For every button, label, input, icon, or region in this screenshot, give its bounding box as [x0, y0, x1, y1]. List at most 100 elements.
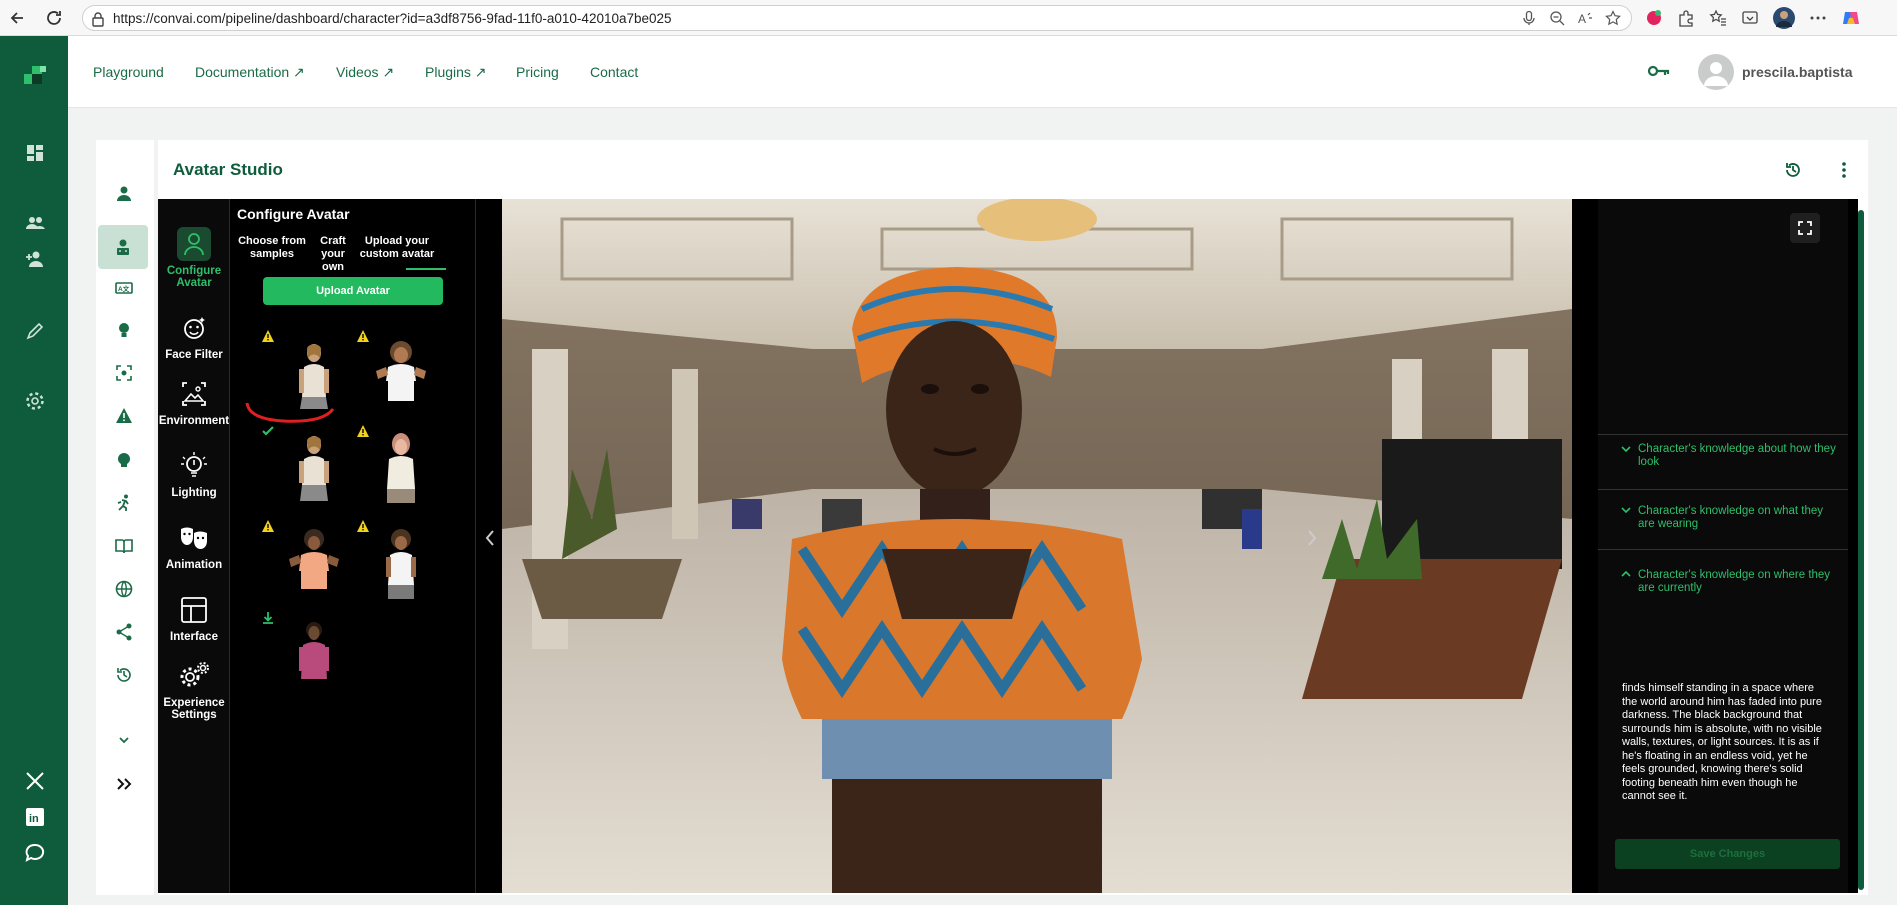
- scan-face-icon[interactable]: [114, 363, 134, 383]
- person-icon: [177, 227, 211, 261]
- favorite-star-icon[interactable]: [1605, 10, 1621, 26]
- masks-icon: [177, 521, 211, 555]
- add-person-icon[interactable]: [24, 248, 46, 270]
- extensions-puzzle-icon[interactable]: [1677, 9, 1695, 27]
- scrollbar[interactable]: [1858, 210, 1864, 890]
- warning-icon: [261, 519, 275, 533]
- page-title: Avatar Studio: [173, 160, 283, 179]
- selection-underline-annotation: [243, 399, 343, 429]
- tool-interface[interactable]: Interface: [158, 593, 230, 643]
- avatar-sample-6[interactable]: [366, 527, 436, 601]
- svg-text:A: A: [1578, 12, 1586, 26]
- address-bar[interactable]: https://convai.com/pipeline/dashboard/ch…: [82, 5, 1632, 31]
- reload-icon[interactable]: [44, 8, 64, 28]
- avatar-studio-active-item[interactable]: [98, 225, 148, 269]
- chat-bubble-icon[interactable]: [24, 842, 46, 864]
- more-options-icon[interactable]: [1809, 9, 1827, 27]
- download-icon[interactable]: [261, 611, 275, 625]
- bulb-icon: [177, 449, 211, 483]
- active-tab-indicator: [406, 268, 446, 270]
- knowledge-appearance-item[interactable]: Character's knowledge about how they loo…: [1598, 434, 1848, 489]
- tool-environment[interactable]: Environment: [158, 377, 230, 427]
- knowledge-clothing-item[interactable]: Character's knowledge on what they are w…: [1598, 489, 1848, 549]
- nav-playground[interactable]: Playground: [93, 64, 164, 80]
- chevron-down-icon[interactable]: [114, 730, 134, 750]
- check-icon: [261, 424, 275, 438]
- history-icon[interactable]: [114, 665, 134, 685]
- avatar-sample-2[interactable]: [366, 339, 436, 413]
- tool-column: Configure Avatar Face Filter Environment…: [158, 199, 230, 893]
- character-sidebar: A文: [96, 140, 154, 895]
- save-changes-button[interactable]: Save Changes: [1615, 839, 1840, 869]
- tool-configure-avatar[interactable]: Configure Avatar: [158, 227, 230, 289]
- knowledge-location-item[interactable]: Character's knowledge on where they are …: [1598, 549, 1848, 649]
- more-vertical-icon[interactable]: [1834, 160, 1854, 180]
- extension-red-icon[interactable]: [1645, 9, 1663, 27]
- top-navigation: Playground Documentation ↗ Videos ↗ Plug…: [68, 36, 1897, 108]
- chevron-left-icon[interactable]: [484, 529, 496, 547]
- copilot-icon[interactable]: [1841, 8, 1861, 28]
- nav-plugins[interactable]: Plugins ↗: [425, 64, 487, 81]
- nav-pricing[interactable]: Pricing: [516, 64, 559, 80]
- globe-icon[interactable]: [114, 579, 134, 599]
- tool-experience-settings[interactable]: Experience Settings: [158, 659, 230, 721]
- running-person-icon[interactable]: [114, 493, 134, 513]
- nav-documentation[interactable]: Documentation ↗: [195, 64, 305, 81]
- face-filter-icon: [177, 311, 211, 345]
- collections-icon[interactable]: [1741, 9, 1759, 27]
- warning-icon: [261, 329, 275, 343]
- fullscreen-icon[interactable]: [1790, 213, 1820, 243]
- configure-avatar-panel: Configure Avatar Choose from samples Cra…: [231, 199, 476, 893]
- edit-pencil-icon[interactable]: [24, 320, 46, 342]
- x-twitter-icon[interactable]: [24, 770, 46, 792]
- tab-choose-samples[interactable]: Choose from samples: [237, 235, 307, 261]
- language-icon[interactable]: A文: [114, 278, 134, 298]
- environment-icon: [177, 377, 211, 411]
- upload-avatar-button[interactable]: Upload Avatar: [263, 277, 443, 305]
- convai-logo-icon[interactable]: [20, 62, 50, 92]
- avatar-preview-viewport[interactable]: [502, 199, 1572, 893]
- read-aloud-icon[interactable]: A: [1577, 10, 1593, 26]
- group-icon[interactable]: [24, 212, 46, 234]
- tool-face-filter[interactable]: Face Filter: [158, 311, 230, 361]
- avatar-sample-4[interactable]: [366, 431, 436, 505]
- tab-craft-own[interactable]: Craft your own: [311, 235, 355, 274]
- svg-text:in: in: [29, 813, 39, 825]
- chevron-down-icon: [1620, 445, 1632, 453]
- gears-icon: [177, 659, 211, 693]
- tab-upload-custom[interactable]: Upload your custom avatar: [357, 235, 437, 261]
- linkedin-icon[interactable]: in: [24, 806, 46, 828]
- configure-title: Configure Avatar: [237, 206, 350, 222]
- settings-gear-icon[interactable]: [24, 390, 46, 412]
- back-icon[interactable]: [8, 8, 28, 28]
- chevron-up-icon: [1620, 570, 1632, 578]
- avatar-sample-5[interactable]: [279, 527, 349, 601]
- favorites-icon[interactable]: [1709, 9, 1727, 27]
- character-person-icon[interactable]: [114, 184, 134, 204]
- location-knowledge-text[interactable]: finds himself standing in a space where …: [1622, 682, 1832, 804]
- avatar-sample-7[interactable]: [279, 619, 349, 693]
- nav-videos[interactable]: Videos ↗: [336, 64, 394, 81]
- tool-lighting[interactable]: Lighting: [158, 449, 230, 499]
- chevron-right-icon[interactable]: [1306, 529, 1318, 547]
- nav-contact[interactable]: Contact: [590, 64, 638, 80]
- tool-animation[interactable]: Animation: [158, 521, 230, 571]
- book-icon[interactable]: [114, 536, 134, 556]
- expand-double-chevron-icon[interactable]: [114, 774, 134, 794]
- knowledge-bulb-icon[interactable]: [114, 320, 134, 340]
- user-avatar[interactable]: [1698, 54, 1734, 90]
- brain-icon[interactable]: [114, 450, 134, 470]
- api-key-icon[interactable]: [1648, 64, 1670, 78]
- microphone-icon[interactable]: [1521, 10, 1537, 26]
- share-icon[interactable]: [114, 622, 134, 642]
- lock-icon: [91, 11, 105, 27]
- history-icon[interactable]: [1783, 160, 1803, 180]
- profile-avatar-icon[interactable]: [1773, 7, 1795, 29]
- username[interactable]: prescila.baptista: [1742, 64, 1853, 80]
- avatar-sample-3[interactable]: [279, 431, 349, 505]
- svg-text:A文: A文: [118, 284, 130, 293]
- dashboard-icon[interactable]: [24, 142, 46, 164]
- main-sidebar: in: [0, 36, 68, 905]
- warning-icon[interactable]: [114, 406, 134, 426]
- zoom-out-icon[interactable]: [1549, 10, 1565, 26]
